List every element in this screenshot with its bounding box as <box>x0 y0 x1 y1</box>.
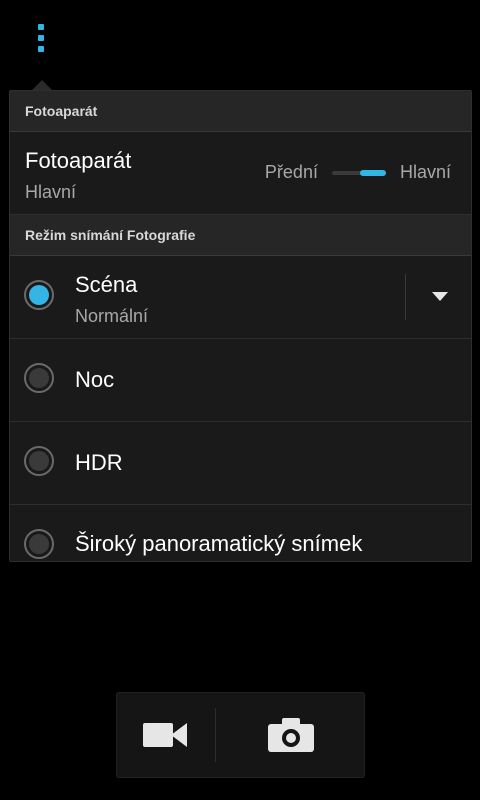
mode-option-label: Scéna <box>75 272 138 297</box>
radio-button[interactable] <box>24 363 54 393</box>
camera-switch[interactable]: Přední Hlavní <box>265 162 451 183</box>
mode-option-label: Noc <box>75 367 115 392</box>
mode-option-panorama[interactable]: Široký panoramatický snímek <box>10 505 471 561</box>
mode-option-label: Široký panoramatický snímek <box>75 531 363 556</box>
switch-label-front: Přední <box>264 162 318 182</box>
menu-dot <box>38 24 44 30</box>
radio-fill <box>29 534 49 554</box>
radio-fill <box>29 368 49 388</box>
radio-button-selected[interactable] <box>24 280 54 310</box>
mode-option-hdr[interactable]: HDR <box>10 422 471 505</box>
capture-dock <box>116 692 365 778</box>
photo-camera-icon <box>267 718 314 752</box>
mode-section-header: Režim snímání Fotografie <box>10 215 471 256</box>
camera-selector-title: Fotoaparát <box>25 148 132 173</box>
radio-button[interactable] <box>24 446 54 476</box>
vertical-divider <box>405 274 406 320</box>
radio-fill <box>29 451 49 471</box>
radio-fill <box>29 285 49 305</box>
camera-app-screen: Fotoaparát Fotoaparát Hlavní Přední Hlav… <box>0 0 480 800</box>
radio-button[interactable] <box>24 529 54 559</box>
overflow-menu-button[interactable] <box>22 14 60 62</box>
menu-dot <box>38 35 44 41</box>
camera-selector-row[interactable]: Fotoaparát Hlavní Přední Hlavní <box>10 132 471 215</box>
video-camera-icon <box>142 721 189 749</box>
switch-thumb[interactable] <box>359 169 386 176</box>
mode-option-scene[interactable]: Scéna Normální <box>10 256 471 339</box>
popup-caret <box>32 80 52 90</box>
video-mode-button[interactable] <box>116 692 215 778</box>
camera-section-header: Fotoaparát <box>10 91 471 132</box>
dropdown-arrow-icon <box>432 291 448 301</box>
mode-option-label: HDR <box>75 450 123 475</box>
switch-track[interactable] <box>331 169 386 176</box>
mode-option-night[interactable]: Noc <box>10 339 471 422</box>
menu-dot <box>38 46 44 52</box>
photo-capture-button[interactable] <box>216 692 365 778</box>
settings-popup: Fotoaparát Fotoaparát Hlavní Přední Hlav… <box>9 90 472 562</box>
mode-option-sublabel: Normální <box>75 306 149 326</box>
switch-label-main: Hlavní <box>399 162 451 182</box>
camera-selector-value: Hlavní <box>25 182 77 202</box>
scene-dropdown-button[interactable] <box>420 276 460 316</box>
